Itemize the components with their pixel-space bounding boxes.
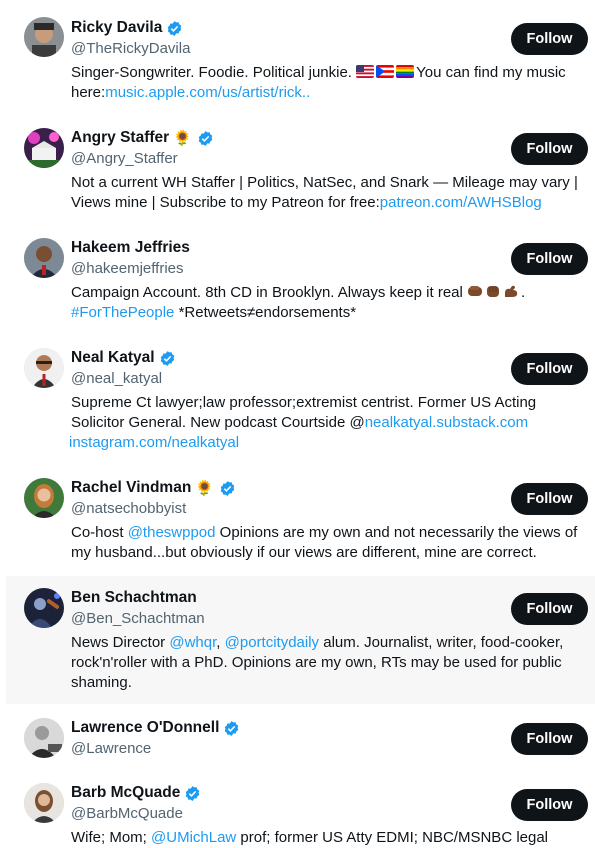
- avatar[interactable]: [24, 17, 64, 57]
- user-handle[interactable]: @Angry_Staffer: [71, 150, 178, 167]
- user-handle[interactable]: @natsechobbyist: [71, 500, 186, 517]
- us-flag-icon: [356, 65, 375, 78]
- user-name-line[interactable]: Lawrence O'Donnell: [71, 717, 240, 739]
- fist-front-icon: [487, 286, 500, 297]
- user-name[interactable]: Rachel Vindman: [71, 479, 191, 497]
- user-bio: Campaign Account. 8th CD in Brooklyn. Al…: [71, 283, 586, 323]
- user-row[interactable]: Hakeem Jeffries @hakeemjeffries Campaign…: [0, 230, 595, 340]
- bio-link[interactable]: music.apple.com/us/artist/rick..: [105, 84, 310, 101]
- user-name[interactable]: Neal Katyal: [71, 349, 155, 367]
- bio-hashtag-link[interactable]: #ForThePeople: [71, 304, 174, 321]
- user-bio: News Director @whqr, @portcitydaily alum…: [71, 633, 591, 693]
- bio-text: Co-host: [71, 524, 128, 541]
- verified-badge-icon: [159, 350, 176, 367]
- fist-left-icon: [468, 286, 483, 296]
- user-bio: Co-host @theswppod Opinions are my own a…: [71, 523, 586, 563]
- bio-link[interactable]: instagram.com/nealkatyal: [69, 434, 239, 451]
- follow-button[interactable]: Follow: [511, 353, 588, 385]
- bio-text: prof; former US Atty EDMI; NBC/MSNBC leg…: [236, 829, 549, 846]
- bio-mention-link[interactable]: @whqr: [169, 634, 216, 651]
- verified-badge-icon: [166, 20, 183, 37]
- avatar[interactable]: [24, 588, 64, 628]
- follow-button[interactable]: Follow: [511, 133, 588, 165]
- user-name[interactable]: Barb McQuade: [71, 784, 180, 802]
- avatar[interactable]: [24, 783, 64, 823]
- user-name-line[interactable]: Barb McQuade: [71, 782, 201, 804]
- user-handle[interactable]: @hakeemjeffries: [71, 260, 184, 277]
- user-row[interactable]: Barb McQuade @BarbMcQuade Wife; Mom; @UM…: [0, 770, 595, 846]
- user-row[interactable]: Ricky Davila @TheRickyDavila Singer-Song…: [0, 0, 595, 120]
- user-name-line[interactable]: Angry Staffer 🌻: [71, 127, 214, 149]
- sunflower-icon: 🌻: [173, 129, 192, 147]
- sunflower-icon: 🌻: [195, 479, 214, 497]
- bio-text: Campaign Account. 8th CD in Brooklyn. Al…: [71, 284, 468, 301]
- user-row[interactable]: Ben Schachtman @Ben_Schachtman News Dire…: [6, 576, 595, 704]
- user-name-line[interactable]: Ben Schachtman: [71, 587, 197, 609]
- user-bio: Wife; Mom; @UMichLaw prof; former US Att…: [71, 828, 586, 848]
- avatar[interactable]: [24, 478, 64, 518]
- user-handle[interactable]: @neal_katyal: [71, 370, 162, 387]
- user-name[interactable]: Lawrence O'Donnell: [71, 719, 219, 737]
- puerto-rico-flag-icon: [376, 65, 395, 78]
- bio-text: .: [521, 284, 526, 301]
- user-row[interactable]: Lawrence O'Donnell @Lawrence Follow: [0, 704, 595, 770]
- bio-text: Singer-Songwriter. Foodie. Political jun…: [71, 64, 357, 81]
- avatar[interactable]: [24, 128, 64, 168]
- user-row[interactable]: Angry Staffer 🌻 @Angry_Staffer Not a cur…: [0, 120, 595, 230]
- follow-button[interactable]: Follow: [511, 483, 588, 515]
- flexed-biceps-icon: [505, 285, 518, 297]
- bio-link[interactable]: patreon.com/AWHSBlog: [380, 194, 542, 211]
- follow-button[interactable]: Follow: [511, 789, 588, 821]
- verified-badge-icon: [197, 130, 214, 147]
- bio-text: *Retweets≠endorsements*: [174, 304, 357, 321]
- avatar[interactable]: [24, 718, 64, 758]
- user-name[interactable]: Angry Staffer: [71, 129, 169, 147]
- user-row[interactable]: Rachel Vindman 🌻 @natsechobbyist Co-host…: [0, 470, 595, 576]
- bio-text: News Director: [71, 634, 170, 651]
- avatar[interactable]: [24, 348, 64, 388]
- verified-badge-icon: [184, 785, 201, 802]
- bio-mention-link[interactable]: @UMichLaw: [151, 829, 236, 846]
- user-name[interactable]: Ricky Davila: [71, 19, 162, 37]
- user-name[interactable]: Ben Schachtman: [71, 589, 197, 607]
- user-handle[interactable]: @Ben_Schachtman: [71, 610, 205, 627]
- user-handle[interactable]: @BarbMcQuade: [71, 805, 183, 822]
- user-name[interactable]: Hakeem Jeffries: [71, 239, 190, 257]
- avatar[interactable]: [24, 238, 64, 278]
- follow-button[interactable]: Follow: [511, 23, 588, 55]
- user-bio: Singer-Songwriter. Foodie. Political jun…: [71, 63, 586, 103]
- user-name-line[interactable]: Hakeem Jeffries: [71, 237, 190, 259]
- user-bio: Not a current WH Staffer | Politics, Nat…: [71, 173, 586, 213]
- bio-text: ,: [216, 634, 225, 651]
- verified-badge-icon: [219, 480, 236, 497]
- follow-button[interactable]: Follow: [511, 723, 588, 755]
- bio-mention-link[interactable]: @portcitydaily: [225, 634, 319, 651]
- user-row[interactable]: Neal Katyal @neal_katyal Supreme Ct lawy…: [0, 340, 595, 470]
- follow-button[interactable]: Follow: [511, 593, 588, 625]
- user-bio: Supreme Ct lawyer;law professor;extremis…: [69, 393, 586, 453]
- follow-button[interactable]: Follow: [511, 243, 588, 275]
- bio-link[interactable]: nealkatyal.substack.com: [365, 414, 528, 431]
- user-handle[interactable]: @TheRickyDavila: [71, 40, 190, 57]
- user-handle[interactable]: @Lawrence: [71, 740, 151, 757]
- rainbow-flag-icon: [396, 65, 415, 78]
- user-name-line[interactable]: Rachel Vindman 🌻: [71, 477, 236, 499]
- verified-badge-icon: [223, 720, 240, 737]
- user-name-line[interactable]: Neal Katyal: [71, 347, 176, 369]
- bio-text: Wife; Mom;: [71, 829, 152, 846]
- user-name-line[interactable]: Ricky Davila: [71, 17, 183, 39]
- bio-mention-link[interactable]: @theswppod: [128, 524, 216, 541]
